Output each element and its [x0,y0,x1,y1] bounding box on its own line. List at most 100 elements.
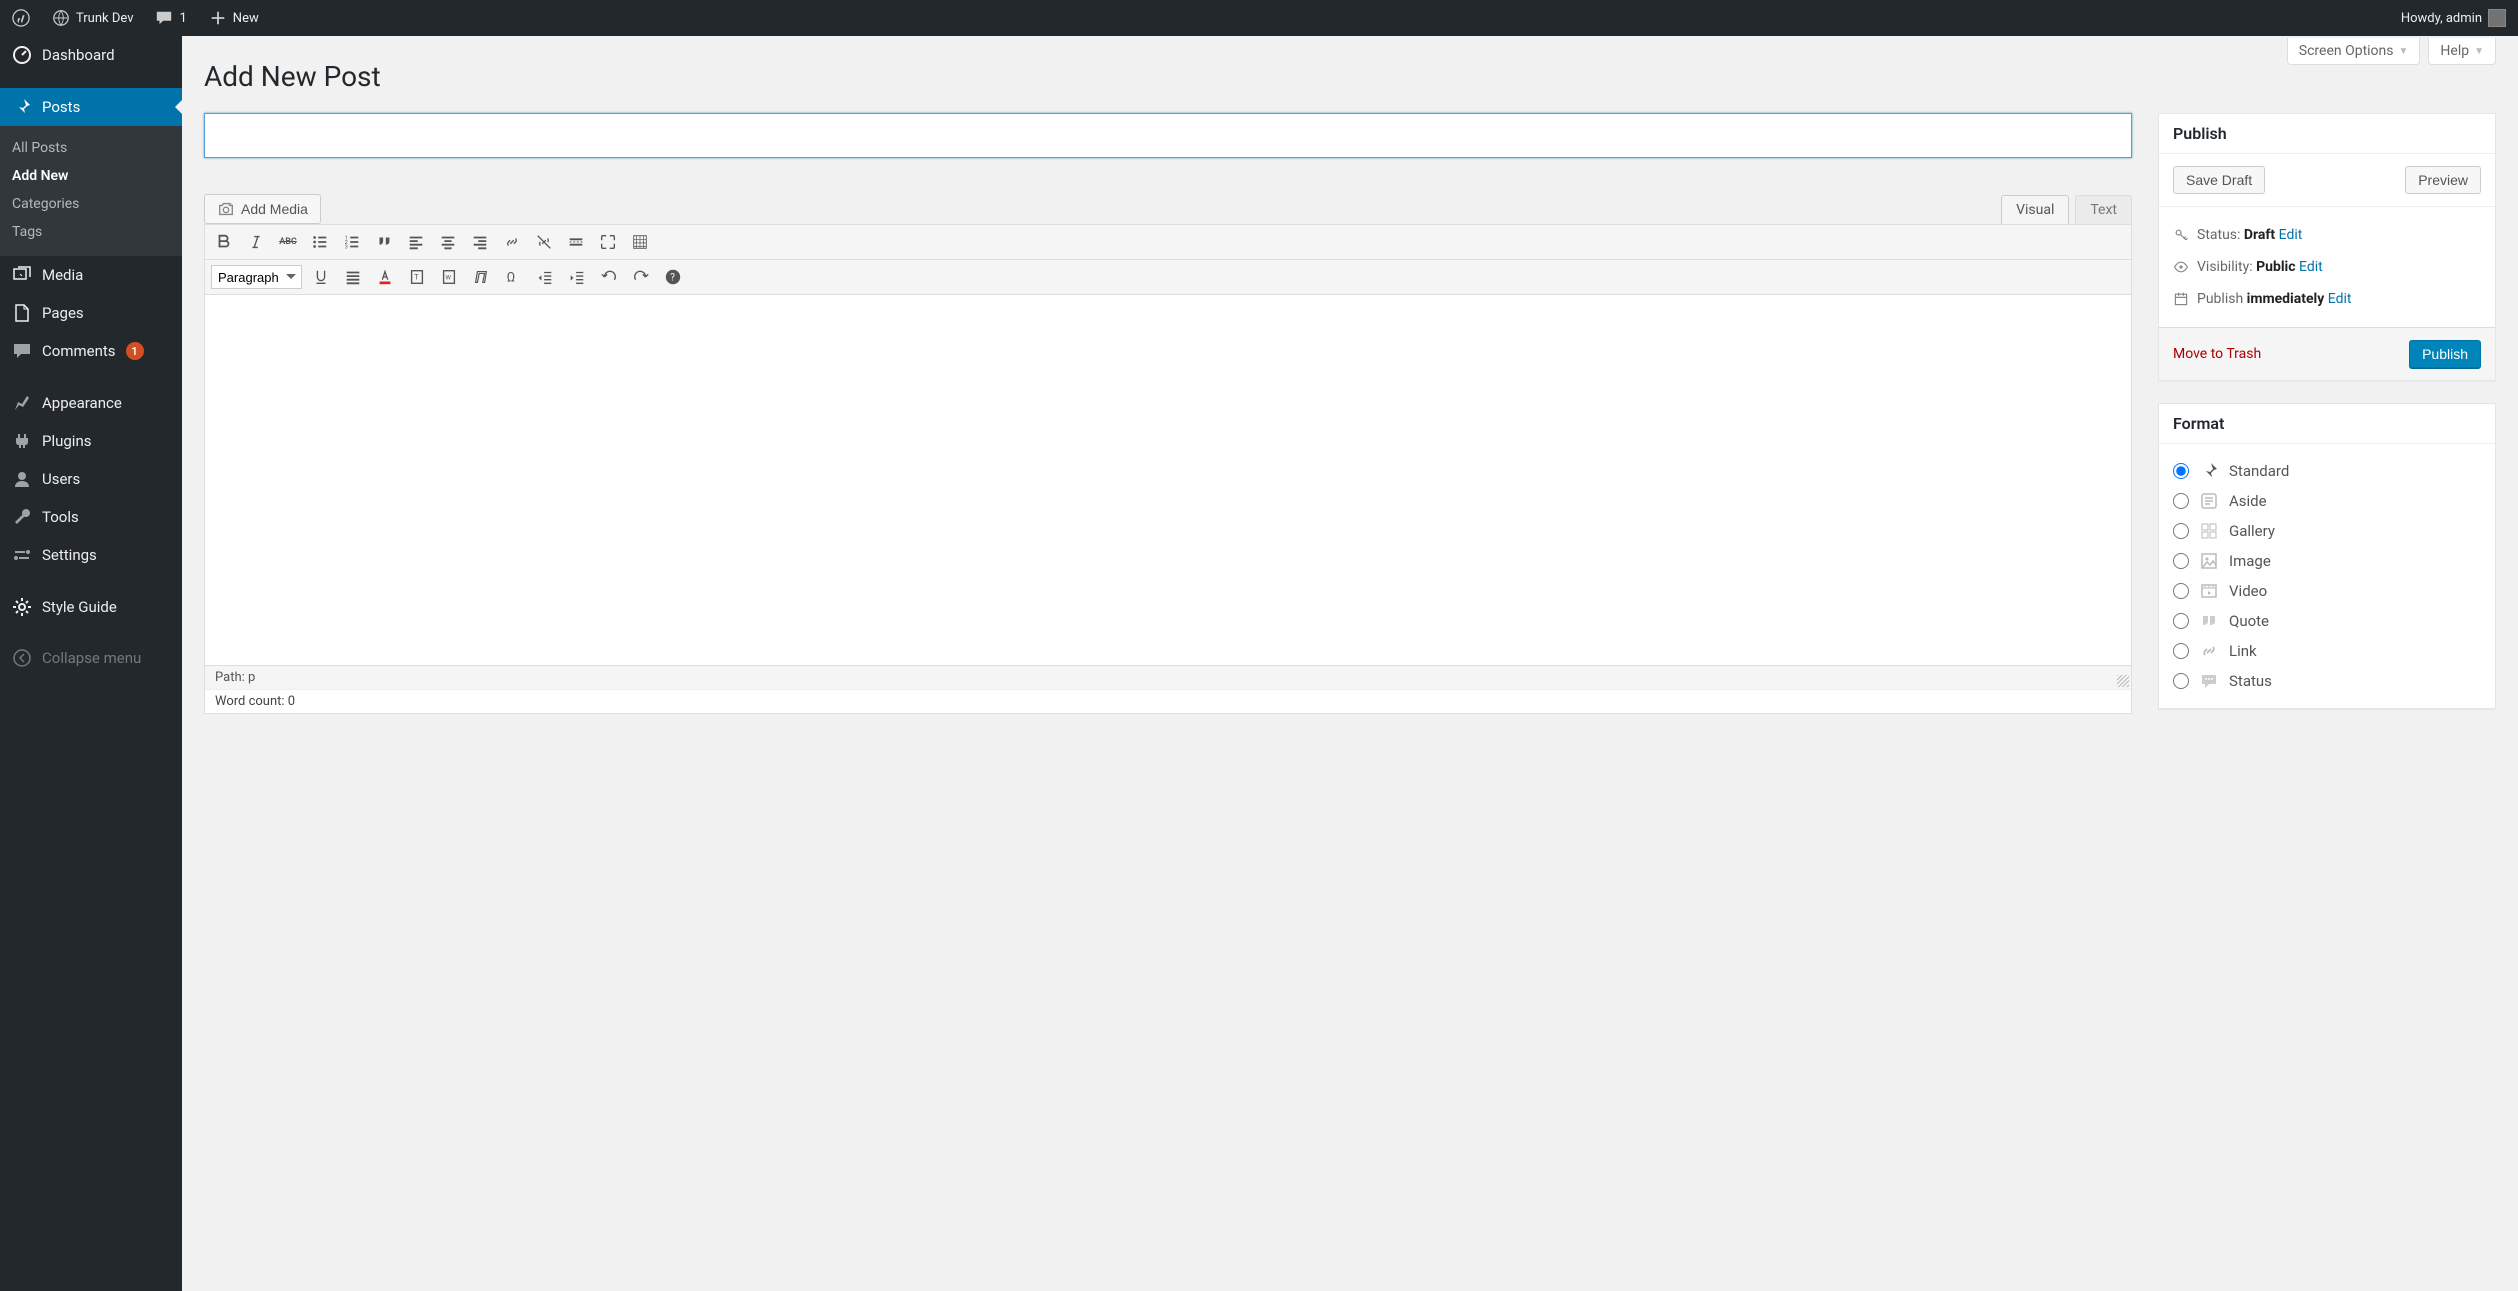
indent-button[interactable] [564,264,590,290]
format-standard[interactable]: Standard [2173,456,2481,486]
align-right-button[interactable] [467,229,493,255]
quote-icon [2199,611,2219,631]
paste-text-button[interactable]: T [404,264,430,290]
link-button[interactable] [499,229,525,255]
topbar-comments[interactable]: 1 [155,9,186,27]
more-button[interactable] [563,229,589,255]
submenu-tags[interactable]: Tags [0,218,182,246]
undo-button[interactable] [596,264,622,290]
editor: ABC 123 Paragraph [204,224,2132,714]
menu-posts[interactable]: Posts [0,88,182,126]
howdy-text: Howdy, admin [2401,11,2482,26]
gallery-icon [2199,521,2219,541]
format-quote[interactable]: Quote [2173,606,2481,636]
menu-settings[interactable]: Settings [0,536,182,574]
outdent-button[interactable] [532,264,558,290]
svg-text:Ω: Ω [507,271,515,286]
collapse-menu[interactable]: Collapse menu [0,638,182,677]
menu-plugins[interactable]: Plugins [0,422,182,460]
italic-button[interactable] [243,229,269,255]
edit-visibility-link[interactable]: Edit [2299,259,2323,275]
help-button[interactable]: ? [660,264,686,290]
align-center-button[interactable] [435,229,461,255]
format-video[interactable]: Video [2173,576,2481,606]
menu-media[interactable]: Media [0,256,182,294]
path-value: p [248,670,255,685]
menu-users[interactable]: Users [0,460,182,498]
pages-icon [12,303,32,323]
topbar-comments-count: 1 [179,11,186,26]
ol-button[interactable]: 123 [339,229,365,255]
menu-pages[interactable]: Pages [0,294,182,332]
paragraph-select[interactable]: Paragraph [211,265,302,289]
help-tab[interactable]: Help▼ [2428,38,2496,65]
image-icon [2199,551,2219,571]
svg-text:?: ? [670,273,675,284]
menu-appearance[interactable]: Appearance [0,384,182,422]
editor-tab-visual[interactable]: Visual [2001,195,2069,224]
svg-text:T: T [414,273,419,282]
quote-button[interactable] [371,229,397,255]
unlink-button[interactable] [531,229,557,255]
format-image[interactable]: Image [2173,546,2481,576]
media-icon [12,265,32,285]
main-content: Screen Options▼ Help▼ Add New Post Add M… [182,36,2518,1291]
format-gallery[interactable]: Gallery [2173,516,2481,546]
submenu-all-posts[interactable]: All Posts [0,134,182,162]
format-status[interactable]: Status [2173,666,2481,696]
aside-icon [2199,491,2219,511]
eye-icon [2173,259,2189,275]
save-draft-button[interactable]: Save Draft [2173,166,2265,194]
redo-button[interactable] [628,264,654,290]
pin-icon [2199,461,2219,481]
bold-button[interactable] [211,229,237,255]
add-media-button[interactable]: Add Media [204,194,321,224]
collapse-icon [12,648,32,668]
format-link[interactable]: Link [2173,636,2481,666]
format-aside[interactable]: Aside [2173,486,2481,516]
paste-word-button[interactable]: W [436,264,462,290]
align-left-button[interactable] [403,229,429,255]
clear-format-button[interactable] [468,264,494,290]
menu-tools[interactable]: Tools [0,498,182,536]
wp-logo[interactable] [12,9,30,27]
toolbar-toggle-button[interactable] [627,229,653,255]
editor-toolbar-2: Paragraph T W Ω ? [205,260,2131,295]
admin-topbar: Trunk Dev 1 New Howdy, admin [0,0,2518,36]
preview-button[interactable]: Preview [2405,166,2481,194]
submenu-categories[interactable]: Categories [0,190,182,218]
post-title-input[interactable] [204,113,2132,158]
site-link[interactable]: Trunk Dev [52,9,133,27]
topbar-new[interactable]: New [209,9,259,27]
screen-options-tab[interactable]: Screen Options▼ [2287,38,2421,65]
textcolor-button[interactable] [372,264,398,290]
publish-button[interactable]: Publish [2409,340,2481,368]
link-icon [2199,641,2219,661]
editor-tab-text[interactable]: Text [2075,195,2132,224]
howdy-link[interactable]: Howdy, admin [2401,9,2506,27]
svg-text:W: W [445,274,451,282]
video-icon [2199,581,2219,601]
edit-publish-link[interactable]: Edit [2328,291,2352,307]
editor-canvas[interactable] [205,295,2131,665]
underline-button[interactable] [308,264,334,290]
submenu-add-new[interactable]: Add New [0,162,182,190]
chevron-down-icon: ▼ [2474,46,2484,57]
menu-style-guide[interactable]: Style Guide [0,588,182,626]
fullscreen-button[interactable] [595,229,621,255]
menu-comments[interactable]: Comments 1 [0,332,182,370]
tools-icon [12,507,32,527]
comment-icon [155,9,173,27]
topbar-new-label: New [233,11,259,26]
appearance-icon [12,393,32,413]
status-icon [2199,671,2219,691]
move-to-trash-link[interactable]: Move to Trash [2173,346,2261,362]
edit-status-link[interactable]: Edit [2279,227,2303,243]
users-icon [12,469,32,489]
menu-dashboard[interactable]: Dashboard [0,36,182,74]
special-char-button[interactable]: Ω [500,264,526,290]
justify-button[interactable] [340,264,366,290]
strike-button[interactable]: ABC [275,229,301,255]
admin-sidebar: Dashboard Posts All Posts Add New Catego… [0,36,182,1291]
ul-button[interactable] [307,229,333,255]
